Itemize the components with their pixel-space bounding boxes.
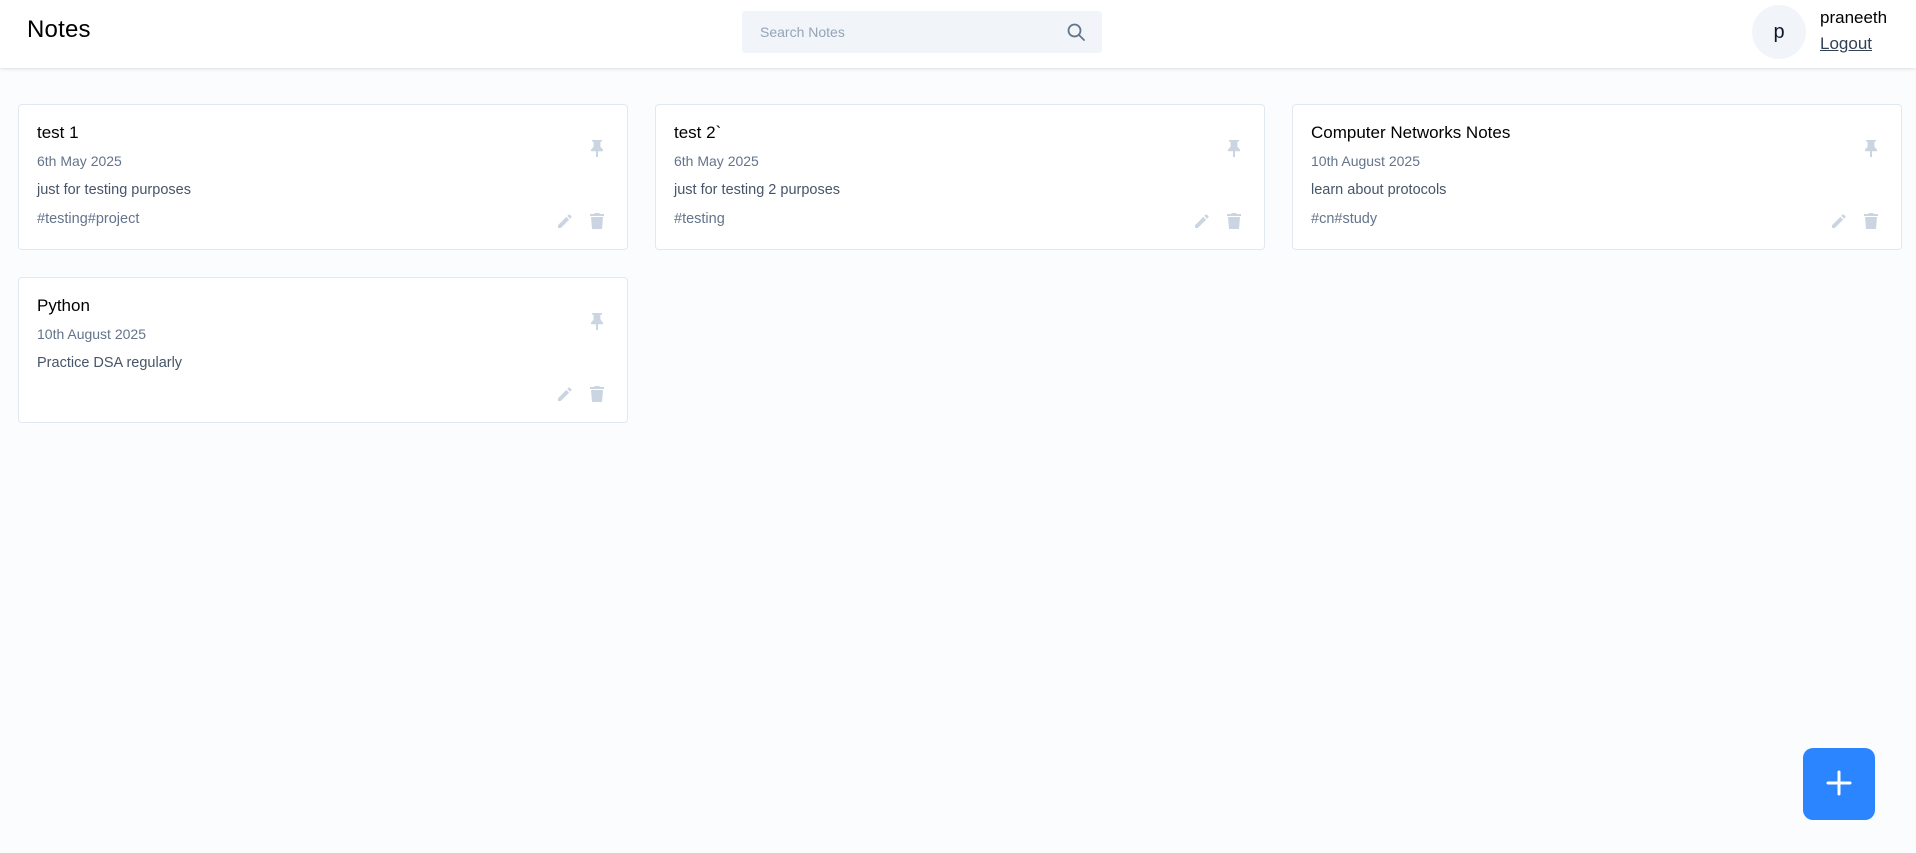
add-note-button[interactable]	[1803, 748, 1875, 820]
note-content: Practice DSA regularly	[37, 355, 183, 371]
pencil-icon[interactable]	[1828, 210, 1850, 232]
note-title: test 1	[37, 123, 79, 142]
search-icon[interactable]	[1066, 22, 1086, 42]
trash-icon[interactable]	[1223, 210, 1245, 232]
pin-icon[interactable]	[586, 137, 608, 159]
pencil-icon[interactable]	[554, 210, 576, 232]
note-card[interactable]: Python 10th August 2025 Practice DSA reg…	[18, 277, 628, 423]
navbar: Notes p praneeth Logout	[0, 0, 1916, 68]
note-tags: #cn#study	[1311, 211, 1378, 227]
app-title: Notes	[27, 16, 91, 43]
logout-link[interactable]: Logout	[1820, 34, 1872, 54]
note-date: 6th May 2025	[674, 153, 759, 169]
note-content: learn about protocols	[1311, 182, 1447, 198]
pin-icon[interactable]	[1860, 137, 1882, 159]
search-box	[742, 11, 1102, 53]
note-date: 10th August 2025	[1311, 153, 1420, 169]
pencil-icon[interactable]	[1191, 210, 1213, 232]
note-content: just for testing 2 purposes	[674, 182, 841, 198]
note-content: just for testing purposes	[37, 182, 191, 198]
pencil-icon[interactable]	[554, 383, 576, 405]
pin-icon[interactable]	[586, 310, 608, 332]
note-card[interactable]: test 1 6th May 2025 just for testing pur…	[18, 104, 628, 250]
note-date: 10th August 2025	[37, 326, 146, 342]
note-tags: #testing#project	[37, 211, 140, 227]
plus-icon	[1825, 769, 1853, 800]
note-card[interactable]: Computer Networks Notes 10th August 2025…	[1292, 104, 1902, 250]
pin-icon[interactable]	[1223, 137, 1245, 159]
note-card[interactable]: test 2` 6th May 2025 just for testing 2 …	[655, 104, 1265, 250]
user-name: praneeth	[1820, 8, 1888, 27]
note-title: Computer Networks Notes	[1311, 123, 1511, 142]
search-input[interactable]	[742, 11, 1042, 53]
note-title: Python	[37, 296, 90, 315]
trash-icon[interactable]	[586, 383, 608, 405]
note-tags: #testing	[674, 211, 725, 227]
note-title: test 2`	[674, 123, 722, 142]
trash-icon[interactable]	[1860, 210, 1882, 232]
note-date: 6th May 2025	[37, 153, 122, 169]
trash-icon[interactable]	[586, 210, 608, 232]
avatar: p	[1752, 5, 1806, 59]
